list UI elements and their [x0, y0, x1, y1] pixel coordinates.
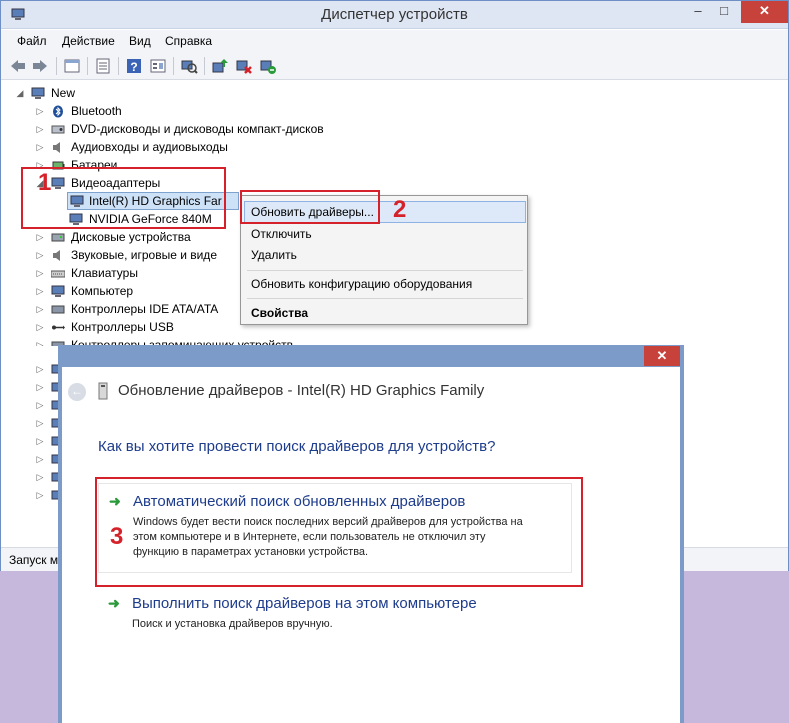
green-arrow-icon: ➜: [108, 595, 120, 611]
tree-item-sound-game-video[interactable]: ▷ Звуковые, игровые и виде: [1, 246, 241, 264]
menu-item-disable[interactable]: Отключить: [251, 227, 312, 241]
dialog-title: Обновление драйверов - Intel(R) HD Graph…: [118, 382, 485, 399]
expand-arrow-icon[interactable]: ▷: [35, 120, 45, 138]
back-arrow-icon[interactable]: [9, 57, 27, 75]
forward-arrow-icon[interactable]: [31, 57, 49, 75]
tree-item-label: DVD-дисководы и дисководы компакт-дисков: [71, 122, 324, 136]
expand-arrow-icon[interactable]: ▷: [35, 454, 45, 465]
menu-bar: Файл Действие Вид Справка: [1, 30, 788, 52]
speaker-icon: [53, 250, 60, 261]
console-tree-icon[interactable]: [149, 57, 167, 75]
menu-view[interactable]: Вид: [129, 34, 151, 48]
show-hidden-icon[interactable]: [94, 57, 112, 75]
tree-item-disk-drives[interactable]: ▷ Дисковые устройства: [1, 228, 241, 246]
tree-item-computer[interactable]: ▷ Компьютер: [1, 282, 241, 300]
annotation-number-2: 2: [393, 196, 407, 223]
menu-separator: [247, 270, 523, 271]
menu-action[interactable]: Действие: [62, 34, 115, 48]
expand-arrow-icon[interactable]: ▷: [35, 490, 45, 501]
collapse-arrow-icon[interactable]: ◢: [15, 84, 25, 102]
keyboard-icon: [51, 270, 65, 278]
tree-item-label: Дисковые устройства: [71, 230, 191, 244]
tree-item-usb-controllers[interactable]: ▷ Контроллеры USB: [1, 318, 241, 336]
tree-item-label: Контроллеры IDE ATA/ATA: [71, 302, 219, 316]
window-title: Диспетчер устройств: [321, 6, 468, 23]
menu-item-uninstall[interactable]: Удалить: [251, 248, 297, 262]
menu-item-properties[interactable]: Свойства: [251, 306, 308, 320]
expand-arrow-icon[interactable]: ▷: [35, 472, 45, 483]
toolbar-separator: [118, 57, 119, 75]
tree-item-label: Bluetooth: [71, 104, 122, 118]
tree-root-label: New: [51, 86, 76, 100]
option-manual-desc: Поиск и установка драйверов вручную.: [132, 618, 333, 630]
back-button[interactable]: ←: [68, 383, 86, 401]
menu-file[interactable]: Файл: [17, 34, 47, 48]
computer-icon: [31, 87, 45, 99]
uninstall-device-icon[interactable]: [259, 57, 277, 75]
expand-arrow-icon[interactable]: ▷: [35, 102, 45, 120]
annotation-number-3: 3: [110, 523, 124, 550]
expand-arrow-icon[interactable]: ▷: [35, 282, 45, 300]
disk-drive-icon: [51, 233, 65, 242]
maximize-button[interactable]: □: [713, 1, 735, 23]
controller-icon: [51, 305, 65, 314]
status-text: Запуск м: [9, 553, 59, 567]
toolbar-separator: [204, 57, 205, 75]
option-manual-title: Выполнить поиск драйверов на этом компью…: [132, 595, 477, 612]
expand-arrow-icon[interactable]: ▷: [35, 382, 45, 393]
tree-item-bluetooth[interactable]: ▷ Bluetooth: [1, 102, 301, 120]
annotation-box-1: [21, 167, 226, 229]
dialog-question: Как вы хотите провести поиск драйверов д…: [98, 438, 496, 455]
annotation-box-2: [240, 190, 380, 224]
tree-item-label: Аудиовходы и аудиовыходы: [71, 140, 228, 154]
dialog-close-button[interactable]: ✕: [644, 346, 680, 366]
tree-item-label: Звуковые, игровые и виде: [71, 248, 217, 262]
annotation-box-3: [95, 477, 583, 587]
toolbar-separator: [56, 57, 57, 75]
bluetooth-icon: [53, 105, 63, 118]
annotation-number-1: 1: [38, 169, 52, 196]
speaker-icon: [53, 142, 60, 153]
expand-arrow-icon[interactable]: ▷: [35, 336, 45, 346]
expand-arrow-icon[interactable]: ▷: [35, 364, 45, 375]
option-manual-search[interactable]: ➜ Выполнить поиск драйверов на этом комп…: [98, 595, 572, 637]
expand-arrow-icon[interactable]: ▷: [35, 436, 45, 447]
expand-arrow-icon[interactable]: ▷: [35, 228, 45, 246]
expand-arrow-icon[interactable]: ▷: [35, 400, 45, 411]
tree-item-dvd[interactable]: ▷ DVD-дисководы и дисководы компакт-диск…: [1, 120, 401, 138]
device-manager-icon: [98, 382, 108, 400]
expand-arrow-icon[interactable]: ▷: [35, 264, 45, 282]
tree-item-label: Компьютер: [71, 284, 134, 298]
svg-text:?: ?: [130, 60, 137, 74]
expand-arrow-icon[interactable]: ▷: [35, 246, 45, 264]
menu-help[interactable]: Справка: [165, 34, 212, 48]
menu-item-scan-hardware[interactable]: Обновить конфигурацию оборудования: [251, 277, 472, 291]
scan-hardware-icon[interactable]: [180, 57, 198, 75]
menu-separator: [247, 298, 523, 299]
tree-root[interactable]: ◢ New: [1, 84, 201, 102]
dialog-header: ← Обновление драйверов - Intel(R) HD Gra…: [62, 367, 680, 413]
expand-arrow-icon[interactable]: ▷: [35, 418, 45, 429]
usb-icon: [52, 325, 65, 330]
computer-icon: [51, 285, 65, 297]
toolbar-separator: [173, 57, 174, 75]
properties-icon[interactable]: [63, 57, 81, 75]
dvd-drive-icon: [51, 125, 65, 134]
close-button[interactable]: ✕: [741, 1, 788, 23]
expand-arrow-icon[interactable]: ▷: [35, 300, 45, 318]
tree-item-label: Контроллеры USB: [71, 320, 174, 334]
toolbar-separator: [87, 57, 88, 75]
expand-arrow-icon[interactable]: ▷: [35, 318, 45, 336]
expand-arrow-icon[interactable]: ▷: [35, 138, 45, 156]
tree-item-label: Клавиатуры: [71, 266, 138, 280]
help-icon[interactable]: ?: [125, 57, 143, 75]
update-driver-icon[interactable]: [211, 57, 229, 75]
tree-item-ide-controllers[interactable]: ▷ Контроллеры IDE ATA/ATA: [1, 300, 241, 318]
toolbar: ?: [1, 52, 788, 80]
title-bar: Диспетчер устройств – □ ✕: [1, 1, 788, 29]
tree-item-keyboards[interactable]: ▷ Клавиатуры: [1, 264, 241, 282]
tree-item-audio-io[interactable]: ▷ Аудиовходы и аудиовыходы: [1, 138, 301, 156]
disable-device-icon[interactable]: [235, 57, 253, 75]
minimize-button[interactable]: –: [687, 1, 709, 23]
